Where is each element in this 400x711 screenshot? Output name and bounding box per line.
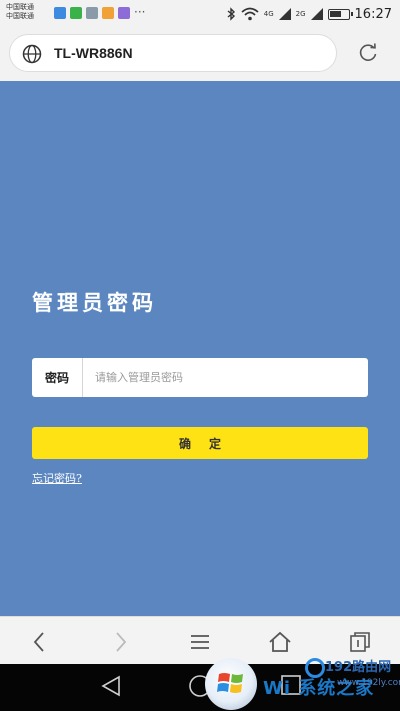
- status-bar: 中国联通 中国联通 ··· 4G 2G 16:27: [0, 0, 400, 28]
- gallery-icon: [86, 7, 98, 19]
- back-icon[interactable]: [28, 630, 52, 654]
- menu-icon[interactable]: [188, 630, 212, 654]
- carrier-line-1: 中国联通: [6, 3, 34, 11]
- login-page: 管理员密码 密码 确定 忘记密码?: [0, 81, 400, 616]
- forward-icon[interactable]: [108, 630, 132, 654]
- reload-icon[interactable]: [357, 42, 379, 64]
- password-label: 密码: [32, 358, 83, 397]
- carrier-line-2: 中国联通: [6, 12, 34, 20]
- tabs-icon[interactable]: [348, 630, 372, 654]
- url-text[interactable]: TL-WR886N: [54, 45, 133, 61]
- forgot-password-link[interactable]: 忘记密码?: [32, 470, 82, 486]
- password-input[interactable]: [83, 358, 368, 397]
- app-notification-icon: [118, 7, 130, 19]
- confirm-button[interactable]: 确定: [32, 427, 368, 459]
- page-title: 管理员密码: [32, 290, 157, 315]
- watermark-letter: Wi: [263, 678, 292, 699]
- wifi-icon: [241, 7, 259, 21]
- signal-icon: [310, 8, 323, 20]
- password-field-group: 密码: [32, 358, 368, 397]
- wechat-icon: [70, 7, 82, 19]
- app-notification-icon: [54, 7, 66, 19]
- battery-icon: [327, 8, 353, 20]
- more-notifications-icon: ···: [134, 5, 146, 19]
- notification-icons: ···: [54, 5, 146, 19]
- system-icons: 4G 2G 16:27: [227, 5, 392, 23]
- app-store-icon: [102, 7, 114, 19]
- battery-level: [329, 10, 342, 17]
- nav-back-icon[interactable]: [100, 674, 122, 698]
- signal-icon: [278, 8, 291, 20]
- bluetooth-icon: [227, 7, 235, 21]
- network-type-2: 2G: [295, 10, 306, 18]
- clock: 16:27: [354, 6, 392, 22]
- address-bar[interactable]: TL-WR886N: [9, 34, 337, 72]
- watermark: 192路由网 Wi 系统之家 www.192ly.com: [205, 652, 400, 711]
- globe-icon: [22, 44, 42, 64]
- windows-logo-icon: [217, 673, 243, 693]
- carrier-info: 中国联通 中国联通: [6, 3, 34, 21]
- watermark-url: www.192ly.com: [337, 678, 400, 688]
- network-type-1: 4G: [263, 10, 274, 18]
- watermark-top-text: 192路由网: [325, 660, 392, 675]
- home-icon[interactable]: [268, 630, 292, 654]
